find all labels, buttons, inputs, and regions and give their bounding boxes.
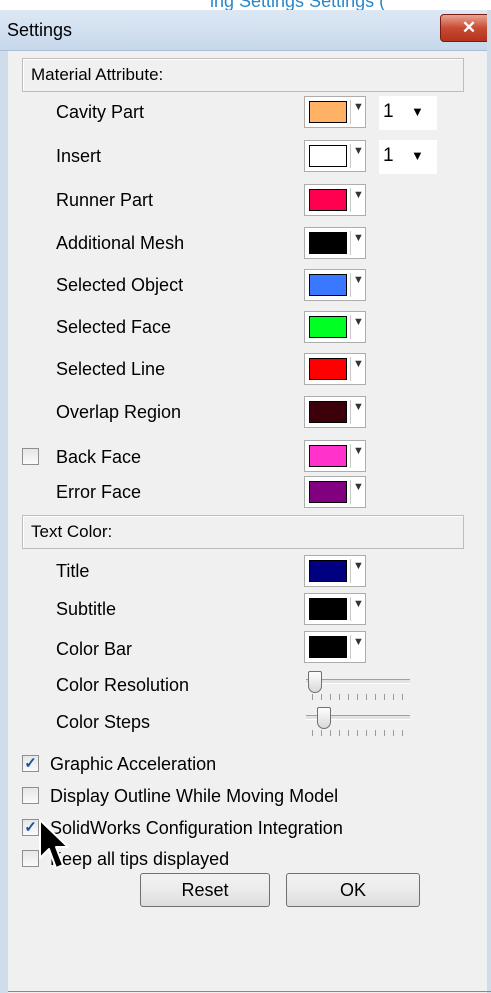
color-bar-color-picker[interactable]: ▼ bbox=[304, 631, 366, 663]
color-swatch bbox=[309, 145, 347, 167]
slider-thumb[interactable] bbox=[308, 671, 322, 693]
color-swatch bbox=[309, 101, 347, 123]
window-bottom-line bbox=[8, 991, 491, 992]
reset-button[interactable]: Reset bbox=[140, 873, 270, 907]
error-face-color-picker[interactable]: ▼ bbox=[304, 476, 366, 508]
color-resolution-slider[interactable] bbox=[306, 669, 412, 703]
insert-count-dropdown[interactable]: 1 ▼ bbox=[378, 139, 438, 175]
cavity-part-label: Cavity Part bbox=[56, 102, 145, 122]
keep-tips-checkbox[interactable] bbox=[22, 850, 39, 867]
graphic-acceleration-label: Graphic Acceleration bbox=[50, 754, 217, 774]
dropdown-arrow-icon: ▼ bbox=[353, 401, 364, 413]
dropdown-arrow-icon: ▼ bbox=[353, 316, 364, 328]
color-swatch bbox=[309, 481, 347, 503]
overlap-region-color-picker[interactable]: ▼ bbox=[304, 396, 366, 428]
color-swatch bbox=[309, 598, 347, 620]
display-outline-checkbox[interactable] bbox=[22, 787, 39, 804]
insert-count-value: 1 bbox=[383, 145, 394, 166]
color-swatch bbox=[309, 189, 347, 211]
background-window-strip: ing Settings Settings ( bbox=[0, 0, 491, 10]
insert-label: Insert bbox=[56, 146, 102, 166]
back-face-color-picker[interactable]: ▼ bbox=[304, 440, 366, 472]
text-color-header: Text Color: bbox=[22, 515, 464, 549]
close-icon: ✕ bbox=[461, 18, 477, 37]
dropdown-arrow-icon: ▼ bbox=[353, 101, 364, 113]
back-face-label: Back Face bbox=[56, 447, 142, 467]
color-swatch bbox=[309, 636, 347, 658]
color-swatch bbox=[309, 358, 347, 380]
color-swatch bbox=[309, 560, 347, 582]
dropdown-arrow-icon: ▼ bbox=[353, 598, 364, 610]
solidworks-config-checkbox[interactable]: ✓ bbox=[22, 819, 39, 836]
settings-dialog: Settings ✕ Material Attribute: Cavity Pa… bbox=[0, 10, 491, 993]
cavity-count-value: 1 bbox=[383, 101, 394, 122]
selected-face-label: Selected Face bbox=[56, 317, 172, 337]
solidworks-config-label: SolidWorks Configuration Integration bbox=[50, 818, 343, 838]
insert-color-picker[interactable]: ▼ bbox=[304, 140, 366, 172]
cavity-part-color-picker[interactable]: ▼ bbox=[304, 96, 366, 128]
window-right-border bbox=[487, 10, 491, 993]
mouse-cursor-icon bbox=[39, 819, 69, 869]
subtitle-color-label: Subtitle bbox=[56, 599, 117, 619]
dialog-title: Settings bbox=[7, 20, 73, 40]
color-swatch bbox=[309, 274, 347, 296]
dropdown-arrow-icon: ▼ bbox=[353, 560, 364, 572]
selected-object-label: Selected Object bbox=[56, 275, 184, 295]
selected-line-label: Selected Line bbox=[56, 359, 166, 379]
selected-face-color-picker[interactable]: ▼ bbox=[304, 311, 366, 343]
chevron-down-icon: ▼ bbox=[411, 148, 424, 163]
error-face-label: Error Face bbox=[56, 482, 142, 502]
runner-part-color-picker[interactable]: ▼ bbox=[304, 184, 366, 216]
overlap-region-label: Overlap Region bbox=[56, 402, 182, 422]
dropdown-arrow-icon: ▼ bbox=[353, 274, 364, 286]
slider-ticks bbox=[312, 694, 404, 700]
display-outline-label: Display Outline While Moving Model bbox=[50, 786, 339, 806]
slider-ticks bbox=[312, 730, 404, 736]
color-steps-slider[interactable] bbox=[306, 705, 412, 739]
additional-mesh-color-picker[interactable]: ▼ bbox=[304, 227, 366, 259]
title-bar: Settings ✕ bbox=[0, 10, 491, 51]
chevron-down-icon: ▼ bbox=[411, 104, 424, 119]
background-tab-text: ing Settings Settings ( bbox=[210, 0, 386, 10]
color-resolution-label: Color Resolution bbox=[56, 675, 190, 695]
selected-line-color-picker[interactable]: ▼ bbox=[304, 353, 366, 385]
color-swatch bbox=[309, 232, 347, 254]
dropdown-arrow-icon: ▼ bbox=[353, 145, 364, 157]
close-button[interactable]: ✕ bbox=[440, 14, 491, 42]
graphic-acceleration-checkbox[interactable]: ✓ bbox=[22, 755, 39, 772]
dropdown-arrow-icon: ▼ bbox=[353, 358, 364, 370]
slider-thumb[interactable] bbox=[316, 707, 331, 729]
runner-part-label: Runner Part bbox=[56, 190, 154, 210]
color-steps-label: Color Steps bbox=[56, 712, 151, 732]
subtitle-color-picker[interactable]: ▼ bbox=[304, 593, 366, 625]
ok-button[interactable]: OK bbox=[286, 873, 420, 907]
additional-mesh-label: Additional Mesh bbox=[56, 233, 185, 253]
color-swatch bbox=[309, 316, 347, 338]
color-bar-label: Color Bar bbox=[56, 639, 133, 659]
dropdown-arrow-icon: ▼ bbox=[353, 481, 364, 493]
dialog-client-area: Material Attribute: Cavity Part ▼ 1 ▼ In… bbox=[0, 51, 491, 993]
cavity-count-dropdown[interactable]: 1 ▼ bbox=[378, 95, 438, 131]
color-swatch bbox=[309, 401, 347, 423]
selected-object-color-picker[interactable]: ▼ bbox=[304, 269, 366, 301]
color-swatch bbox=[309, 445, 347, 467]
keep-tips-label: Keep all tips displayed bbox=[50, 849, 230, 869]
dropdown-arrow-icon: ▼ bbox=[353, 636, 364, 648]
dropdown-arrow-icon: ▼ bbox=[353, 232, 364, 244]
dropdown-arrow-icon: ▼ bbox=[353, 445, 364, 457]
title-color-picker[interactable]: ▼ bbox=[304, 555, 366, 587]
title-color-label: Title bbox=[56, 561, 90, 581]
material-attribute-header: Material Attribute: bbox=[22, 58, 464, 92]
dropdown-arrow-icon: ▼ bbox=[353, 189, 364, 201]
back-face-checkbox[interactable] bbox=[22, 448, 39, 465]
